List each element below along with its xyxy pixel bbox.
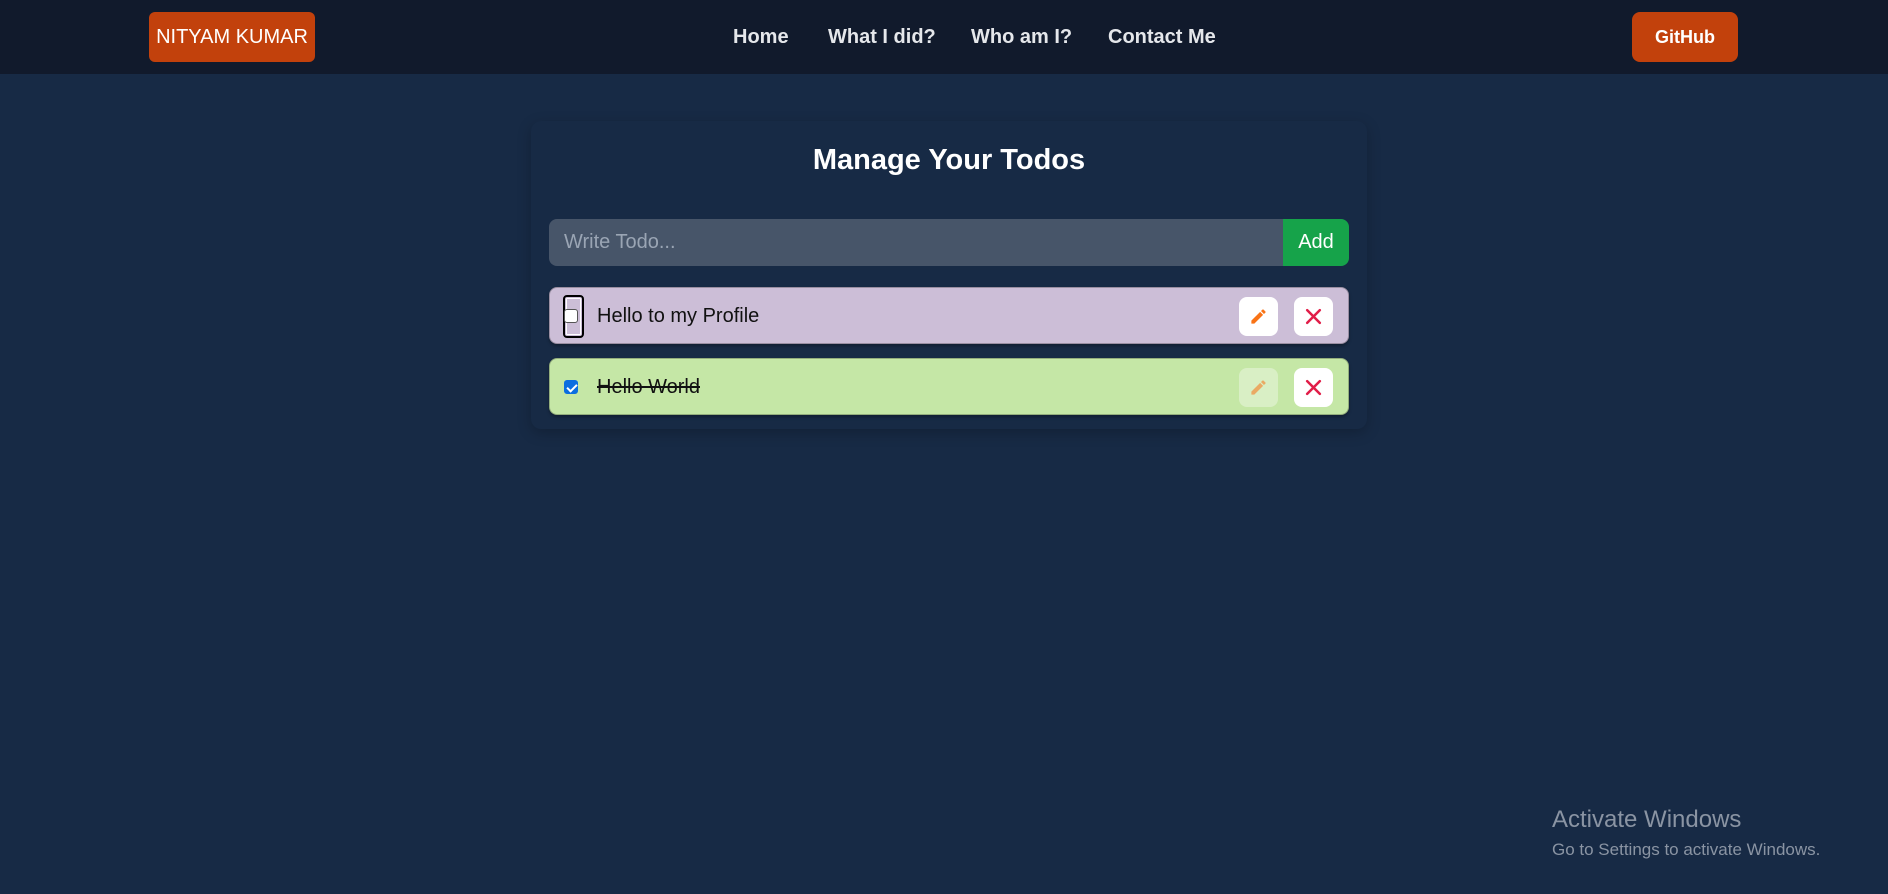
add-button[interactable]: Add [1283, 219, 1349, 266]
edit-button[interactable] [1239, 368, 1278, 407]
delete-button[interactable] [1294, 368, 1333, 407]
todo-item: Hello to my Profile [549, 287, 1349, 344]
delete-button[interactable] [1294, 297, 1333, 336]
page-title: Manage Your Todos [812, 144, 1086, 176]
close-icon [1305, 379, 1322, 396]
nav-links: Home What I did? Who am I? Contact Me [0, 0, 1888, 74]
navbar: NITYAM KUMAR Home What I did? Who am I? … [0, 0, 1888, 74]
todo-checkbox[interactable] [564, 380, 578, 394]
nav-link-who-am-i[interactable]: Who am I? [971, 25, 1072, 49]
nav-link-what-i-did[interactable]: What I did? [828, 25, 936, 49]
todo-text: Hello World [597, 376, 700, 398]
nav-link-home[interactable]: Home [733, 25, 789, 49]
github-button[interactable]: GitHub [1632, 12, 1738, 62]
todo-checkbox[interactable] [564, 309, 578, 323]
nav-link-contact-me[interactable]: Contact Me [1108, 25, 1216, 49]
todo-text[interactable]: Hello to my Profile [597, 288, 759, 345]
activate-windows-title: Activate Windows [1552, 806, 1742, 833]
todo-input[interactable] [549, 219, 1283, 266]
todo-item: Hello World [549, 358, 1349, 415]
pencil-icon [1251, 309, 1266, 324]
edit-button[interactable] [1239, 297, 1278, 336]
pencil-icon [1251, 380, 1266, 395]
activate-windows-subtitle: Go to Settings to activate Windows. [1552, 840, 1821, 859]
close-icon [1305, 308, 1322, 325]
